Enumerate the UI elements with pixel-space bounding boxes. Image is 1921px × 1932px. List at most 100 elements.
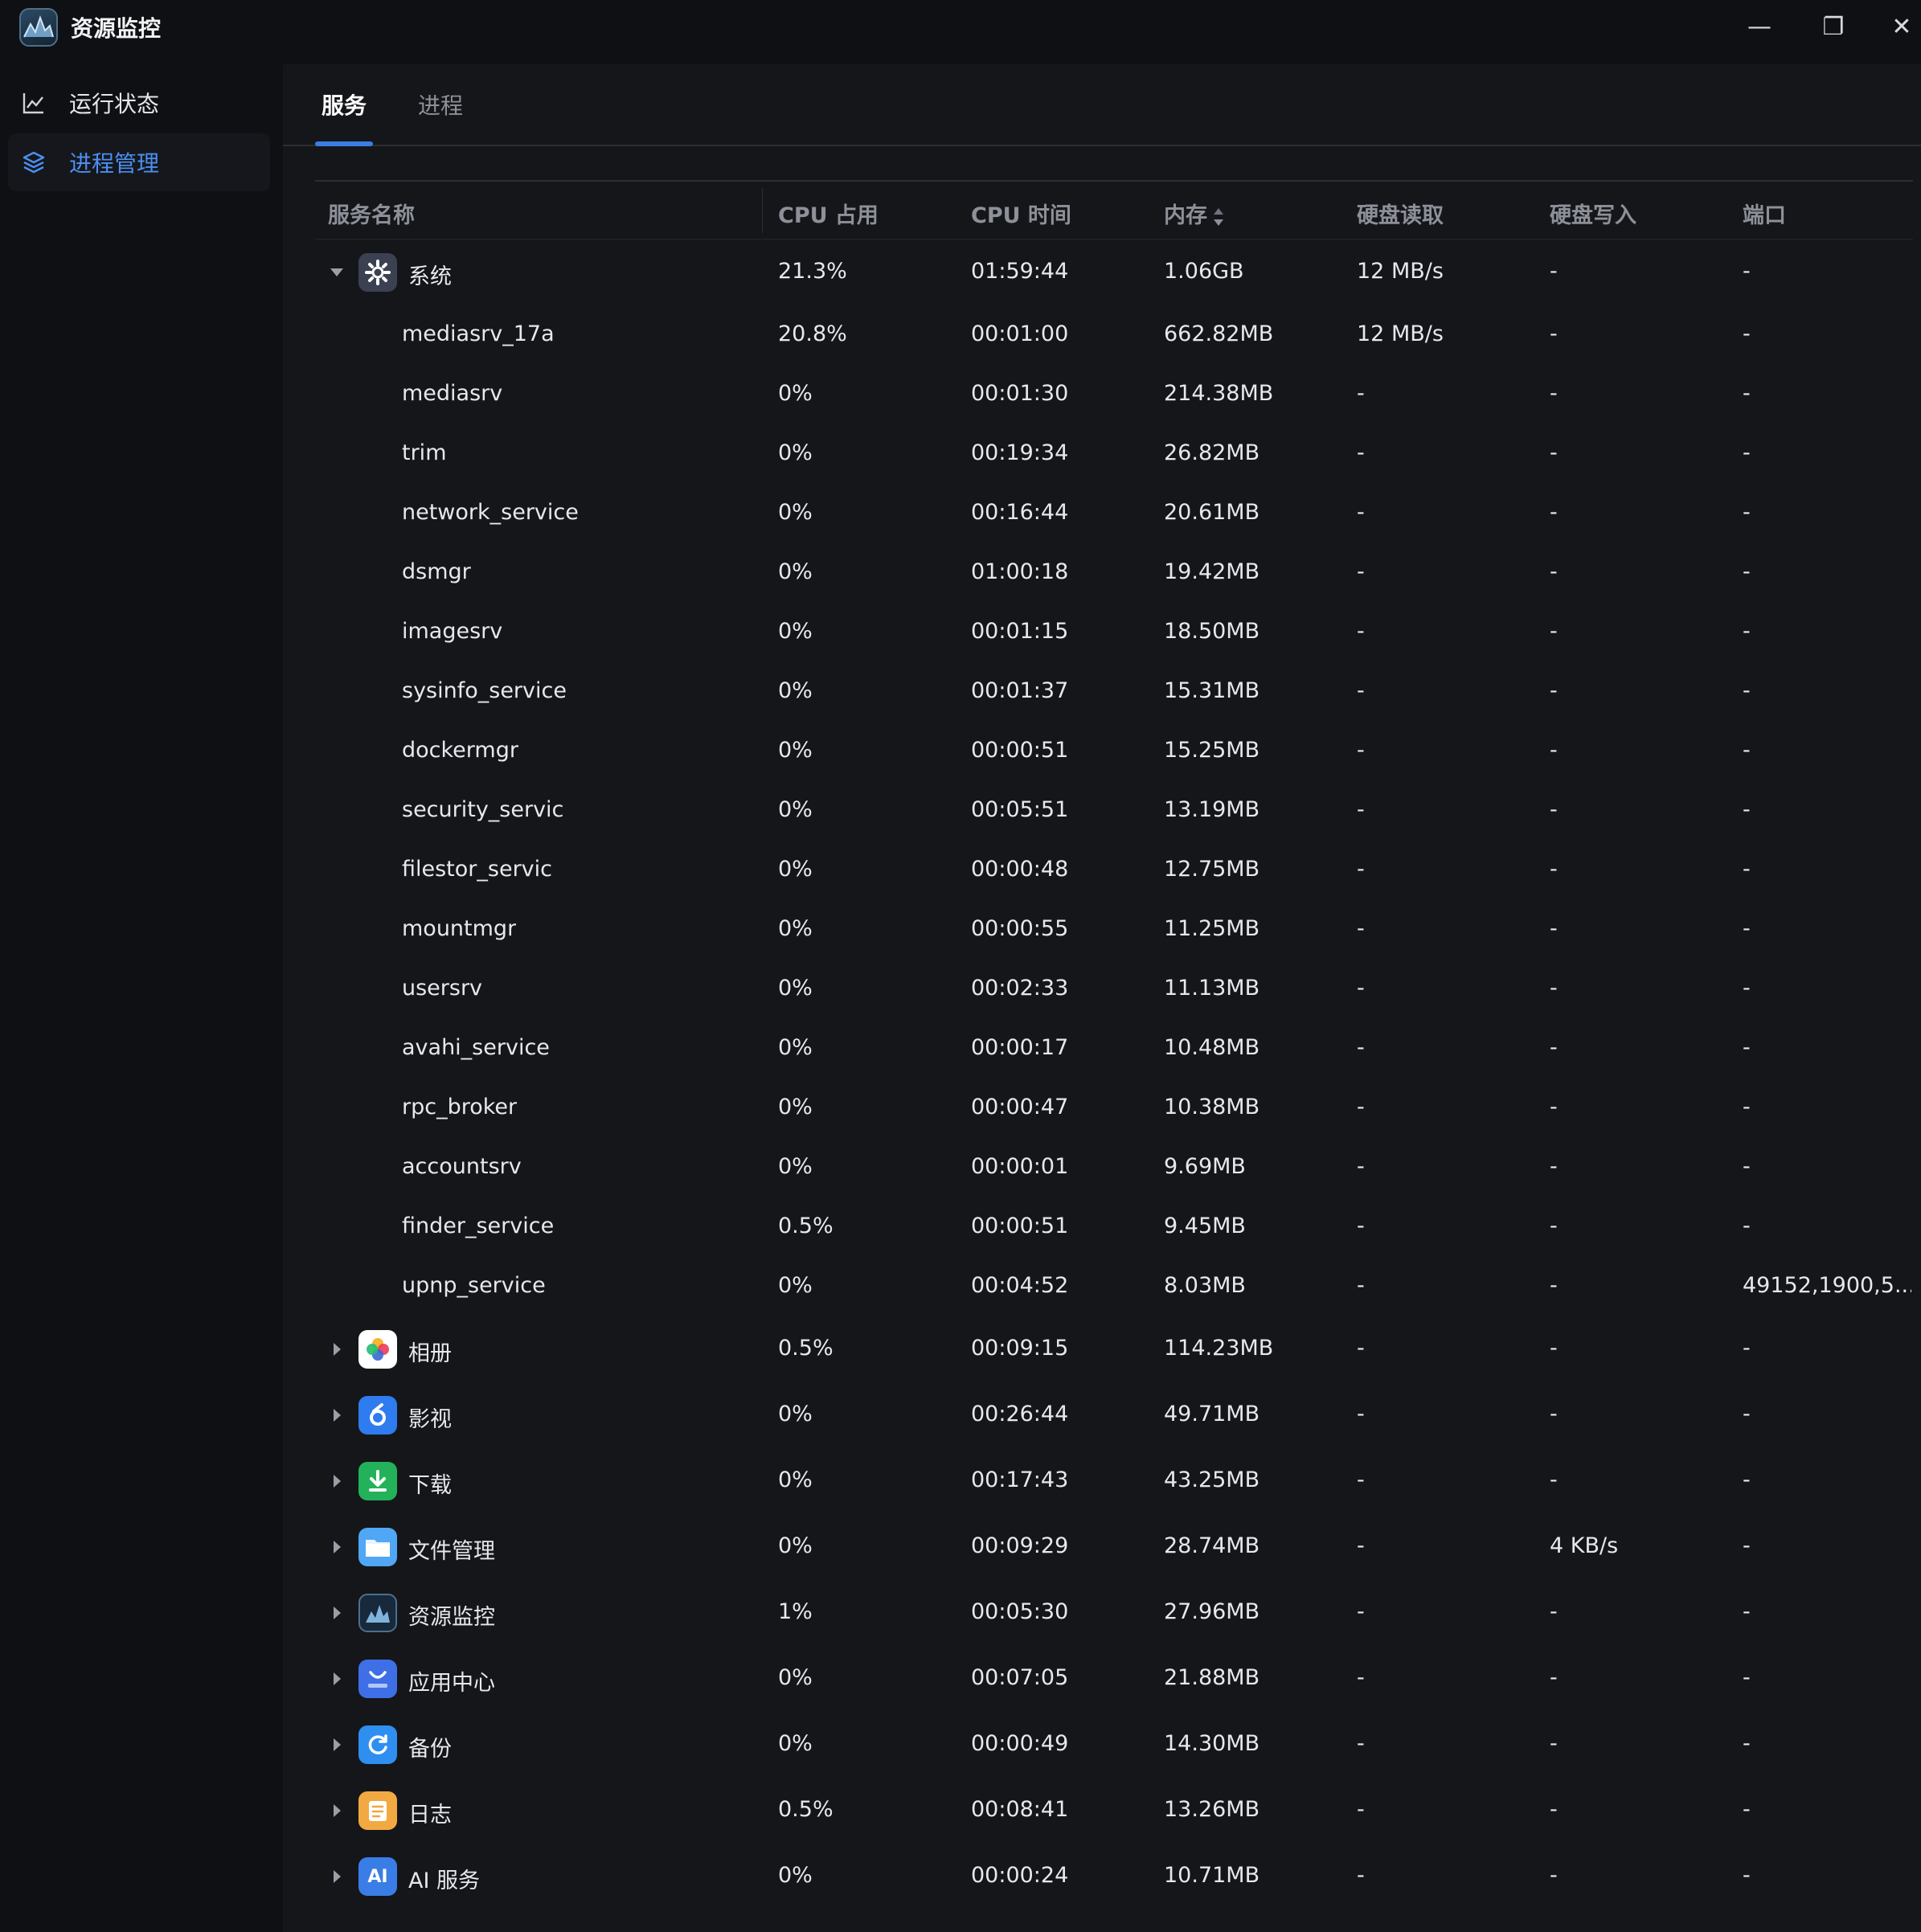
cpu-time-cell: 00:09:29 — [971, 1533, 1069, 1558]
memory-cell: 18.50MB — [1164, 619, 1260, 644]
table-row-group[interactable]: 下载 0% 00:17:43 43.25MB - - - — [315, 1448, 1913, 1514]
column-header-disk-write[interactable]: 硬盘写入 — [1550, 198, 1636, 229]
port-cell: - — [1743, 1665, 1751, 1690]
disk-read-cell: - — [1357, 1467, 1365, 1492]
caret-right-icon[interactable] — [328, 1802, 346, 1819]
table-row[interactable]: mediasrv_17a 20.8% 00:01:00 662.82MB 12 MB/s… — [315, 305, 1913, 365]
memory-cell: 28.74MB — [1164, 1533, 1260, 1558]
disk-read-cell: - — [1357, 1336, 1365, 1361]
cpu-time-cell: 00:00:17 — [971, 1035, 1069, 1060]
table-row[interactable]: accountsrv 0% 00:00:01 9.69MB - - - — [315, 1138, 1913, 1197]
port-cell: - — [1743, 1863, 1751, 1888]
cpu-usage-cell: 0% — [778, 1154, 813, 1179]
sidebar-item-process-management[interactable]: 进程管理 — [8, 133, 270, 191]
memory-cell: 26.82MB — [1164, 440, 1260, 465]
caret-right-icon[interactable] — [328, 1604, 346, 1622]
active-tab-indicator — [315, 141, 373, 146]
disk-write-cell: - — [1550, 1095, 1558, 1119]
disk-read-cell: - — [1357, 1797, 1365, 1822]
table-row[interactable]: mountmgr 0% 00:00:55 11.25MB - - - — [315, 900, 1913, 960]
table-row-group[interactable]: 应用中心 0% 00:07:05 21.88MB - - - — [315, 1646, 1913, 1712]
caret-right-icon[interactable] — [328, 1341, 346, 1358]
column-header-name[interactable]: 服务名称 — [328, 198, 415, 229]
disk-read-cell: - — [1357, 1273, 1365, 1298]
caret-right-icon[interactable] — [328, 1670, 346, 1688]
table-row-group[interactable]: 日志 0.5% 00:08:41 13.26MB - - - — [315, 1778, 1913, 1844]
service-name-cell: 相册 — [408, 1341, 452, 1366]
table-row[interactable]: dockermgr 0% 00:00:51 15.25MB - - - — [315, 722, 1913, 781]
caret-down-icon[interactable] — [328, 264, 346, 281]
caret-right-icon[interactable] — [328, 1406, 346, 1424]
ai-icon: AI — [358, 1857, 397, 1896]
table-row[interactable]: sysinfo_service 0% 00:01:37 15.31MB - - - — [315, 662, 1913, 722]
disk-write-cell: - — [1550, 1863, 1558, 1888]
column-header-port[interactable]: 端口 — [1743, 198, 1786, 229]
disk-write-cell: - — [1550, 1336, 1558, 1361]
table-row-group[interactable]: 备份 0% 00:00:49 14.30MB - - - — [315, 1712, 1913, 1778]
port-cell: - — [1743, 1095, 1751, 1119]
gear-icon — [358, 253, 397, 292]
maximize-button[interactable]: ❐ — [1813, 10, 1853, 45]
column-header-memory-label: 内存 — [1164, 203, 1207, 228]
table-row[interactable]: usersrv 0% 00:02:33 11.13MB - - - — [315, 960, 1913, 1019]
column-divider[interactable] — [762, 188, 763, 233]
caret-right-icon[interactable] — [328, 1538, 346, 1556]
table-row-group[interactable]: 相册 0.5% 00:09:15 114.23MB - - - — [315, 1316, 1913, 1382]
table-row[interactable]: network_service 0% 00:16:44 20.61MB - - - — [315, 484, 1913, 543]
memory-cell: 662.82MB — [1164, 321, 1274, 346]
memory-cell: 8.03MB — [1164, 1273, 1246, 1298]
disk-read-cell: - — [1357, 976, 1365, 1001]
table-row-group[interactable]: 资源监控 1% 00:05:30 27.96MB - - - — [315, 1580, 1913, 1646]
caret-right-icon[interactable] — [328, 1868, 346, 1885]
disk-read-cell: - — [1357, 1154, 1365, 1179]
memory-cell: 21.88MB — [1164, 1665, 1260, 1690]
disk-write-cell: - — [1550, 916, 1558, 941]
title-bar: 资源监控 — ❐ ✕ — [0, 0, 1921, 56]
column-header-disk-read[interactable]: 硬盘读取 — [1357, 198, 1444, 229]
tab-services[interactable]: 服务 — [322, 88, 367, 146]
table-row[interactable]: finder_service 0.5% 00:00:51 9.45MB - - - — [315, 1197, 1913, 1257]
port-cell: - — [1743, 1599, 1751, 1624]
column-header-cpu-usage[interactable]: CPU 占用 — [778, 198, 879, 229]
table-row[interactable]: mediasrv 0% 00:01:30 214.38MB - - - — [315, 365, 1913, 424]
close-button[interactable]: ✕ — [1886, 10, 1918, 45]
table-row[interactable]: upnp_service 0% 00:04:52 8.03MB - - 49152,1900… — [315, 1257, 1913, 1316]
table-row-group[interactable]: 系统 21.3% 01:59:44 1.06GB 12 MB/s - - — [315, 239, 1913, 305]
table-row[interactable]: avahi_service 0% 00:00:17 10.48MB - - - — [315, 1019, 1913, 1079]
tab-processes[interactable]: 进程 — [418, 88, 463, 146]
table-row[interactable]: security_servic 0% 00:05:51 13.19MB - - - — [315, 781, 1913, 841]
table-row-group[interactable]: 文件管理 0% 00:09:29 28.74MB - 4 KB/s - — [315, 1514, 1913, 1580]
column-header-memory[interactable]: 内存 — [1164, 198, 1225, 229]
table-row[interactable]: filestor_servic 0% 00:00:48 12.75MB - - - — [315, 841, 1913, 900]
caret-right-icon[interactable] — [328, 1472, 346, 1490]
caret-right-icon[interactable] — [328, 1736, 346, 1754]
cpu-time-cell: 00:08:41 — [971, 1797, 1069, 1822]
cpu-usage-cell: 0% — [778, 619, 813, 644]
tab-bar: 服务 进程 — [283, 64, 1921, 146]
disk-read-cell: 12 MB/s — [1357, 259, 1444, 284]
cpu-usage-cell: 0% — [778, 1731, 813, 1756]
table-row[interactable]: trim 0% 00:19:34 26.82MB - - - — [315, 424, 1913, 484]
disk-read-cell: - — [1357, 678, 1365, 703]
sidebar-item-status[interactable]: 运行状态 — [8, 74, 270, 132]
port-cell: - — [1743, 976, 1751, 1001]
memory-cell: 12.75MB — [1164, 857, 1260, 882]
disk-write-cell: - — [1550, 857, 1558, 882]
minimize-button[interactable]: — — [1739, 10, 1780, 45]
disk-read-cell: - — [1357, 1402, 1365, 1426]
process-name-cell: accountsrv — [402, 1154, 522, 1179]
memory-cell: 15.25MB — [1164, 738, 1260, 763]
table-row[interactable]: dsmgr 0% 01:00:18 19.42MB - - - — [315, 543, 1913, 603]
table-row[interactable]: rpc_broker 0% 00:00:47 10.38MB - - - — [315, 1079, 1913, 1138]
table-row[interactable]: imagesrv 0% 00:01:15 18.50MB - - - — [315, 603, 1913, 662]
cpu-time-cell: 00:09:15 — [971, 1336, 1069, 1361]
process-name-cell: mediasrv_17a — [402, 321, 555, 346]
cpu-time-cell: 00:17:43 — [971, 1467, 1069, 1492]
port-cell: - — [1743, 678, 1751, 703]
cpu-time-cell: 00:07:05 — [971, 1665, 1069, 1690]
cpu-time-cell: 00:19:34 — [971, 440, 1069, 465]
memory-cell: 214.38MB — [1164, 381, 1274, 406]
table-row-group[interactable]: 影视 0% 00:26:44 49.71MB - - - — [315, 1382, 1913, 1448]
table-row-group[interactable]: AI AI 服务 0% 00:00:24 10.71MB - - - — [315, 1844, 1913, 1909]
column-header-cpu-time[interactable]: CPU 时间 — [971, 198, 1071, 229]
